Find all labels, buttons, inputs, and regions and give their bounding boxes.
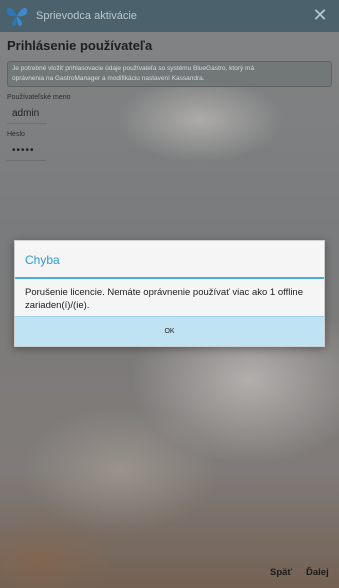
dialog-title: Chyba xyxy=(15,241,324,279)
title-bar: Sprievodca aktivácie ✕ xyxy=(0,0,339,32)
info-text-line-1: Je potrebné vložiť prihlasovacie údaje p… xyxy=(12,65,255,72)
close-icon[interactable]: ✕ xyxy=(311,7,329,25)
next-button[interactable]: Ďalej xyxy=(306,567,329,578)
username-field[interactable]: admin xyxy=(7,107,47,124)
back-button[interactable]: Späť xyxy=(270,567,292,578)
password-field[interactable]: ••••• xyxy=(7,144,46,161)
info-text-line-2: oprávnenia na GastroManager a modifikáci… xyxy=(12,75,205,82)
window-title: Sprievodca aktivácie xyxy=(36,10,137,22)
page-title: Prihlásenie používateľa xyxy=(7,38,153,53)
password-label: Heslo xyxy=(7,131,25,138)
error-dialog: Chyba Porušenie licencie. Nemáte oprávne… xyxy=(14,240,325,347)
info-box: Je potrebné vložiť prihlasovacie údaje p… xyxy=(7,61,332,87)
login-form: Prihlásenie používateľa Je potrebné vlož… xyxy=(7,38,332,161)
username-label: Používateľské meno xyxy=(7,94,71,101)
dialog-message: Porušenie licencie. Nemáte oprávnenie po… xyxy=(25,287,303,311)
ok-button[interactable]: OK xyxy=(15,316,324,346)
butterfly-logo-icon xyxy=(0,0,30,32)
